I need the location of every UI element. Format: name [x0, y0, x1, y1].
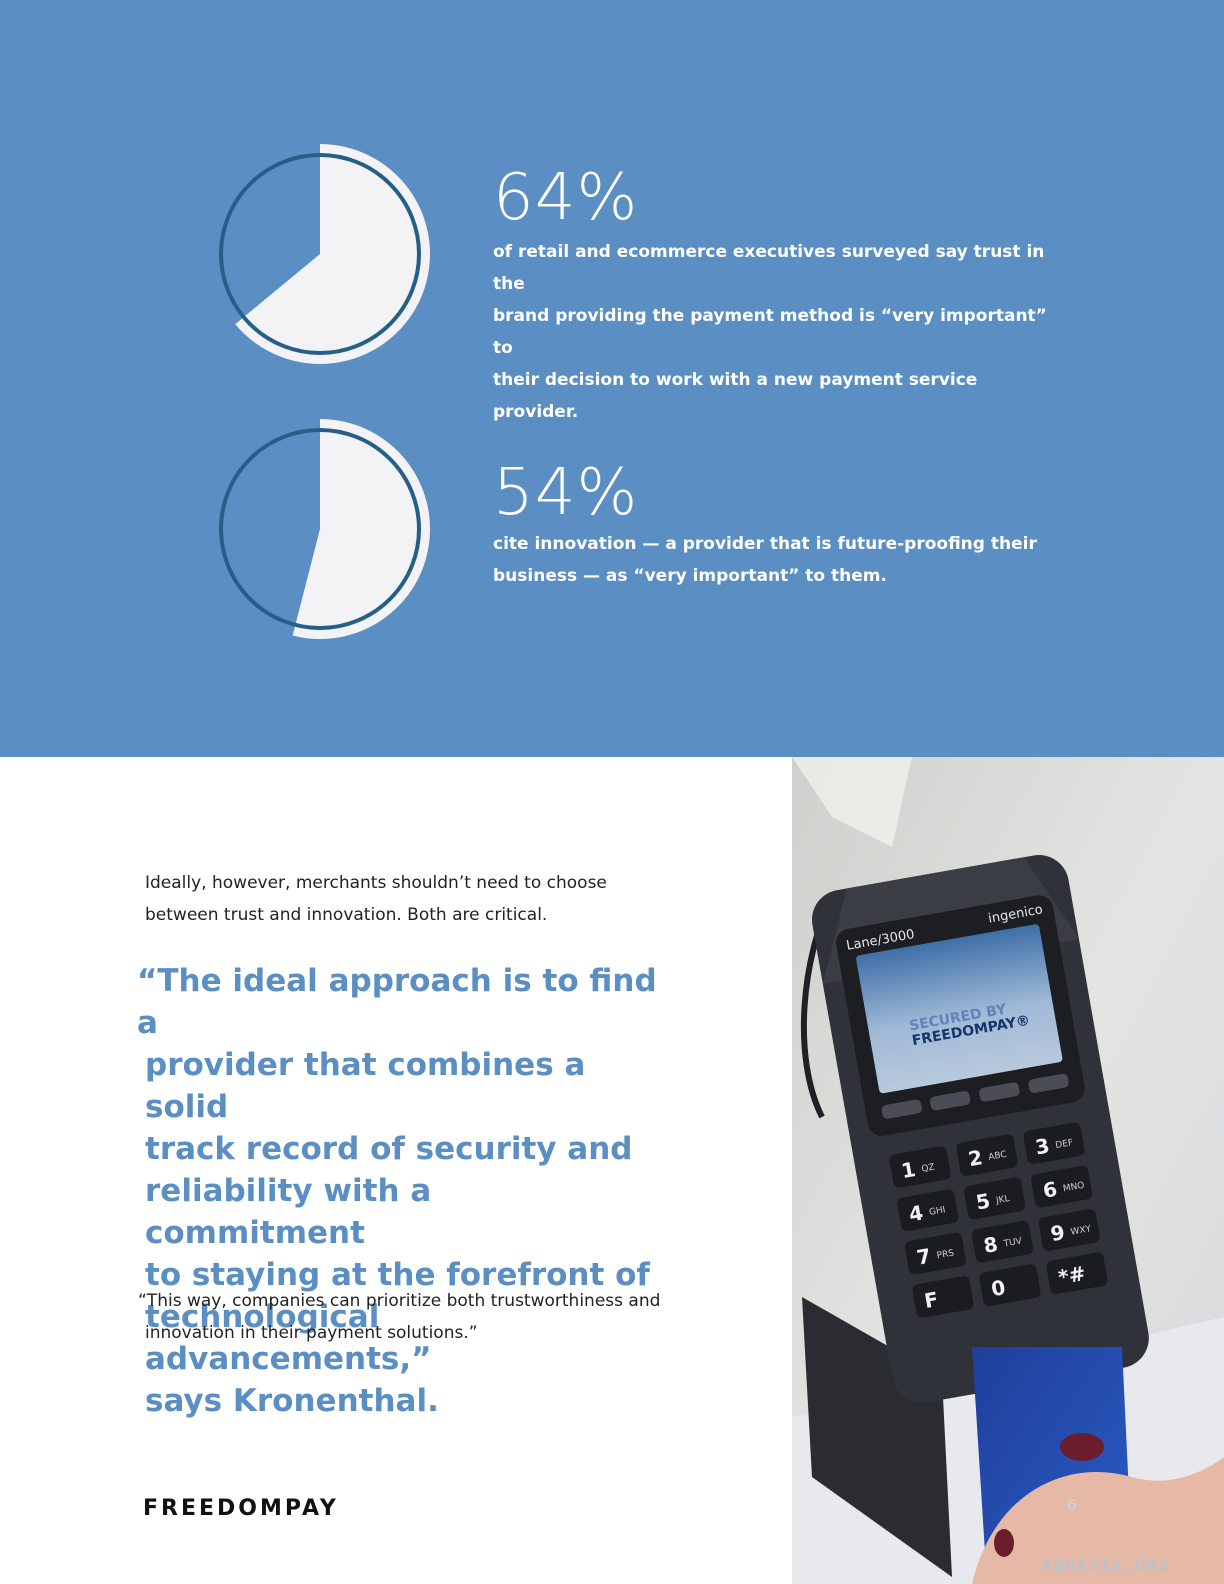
key-number: *# — [1056, 1261, 1087, 1289]
pie-chart-trust — [219, 144, 430, 364]
quote-line: says Kronenthal. — [145, 1383, 439, 1419]
stat-line: business — as “very important” to them. — [493, 566, 887, 586]
pie-slice-innovation — [292, 419, 431, 639]
freedompay-logo: FREEDOMPAY — [143, 1496, 339, 1521]
page-number: 6 — [1067, 1496, 1077, 1514]
payment-terminal-photo: 1 QZ 2 ABC 3 DEF 4 GHI 5 JKL 6 MNO 7 PRS 8 TUV 9 WXY F 0 *# … — [792, 757, 1224, 1584]
pull-quote: “The ideal approach is to find a provide… — [137, 960, 657, 1422]
stat-line: their decision to work with a new paymen… — [493, 370, 978, 422]
quote-line: provider that combines a solid — [145, 1047, 586, 1125]
quote-line: reliability with a commitment — [145, 1173, 432, 1251]
intro-paragraph: Ideally, however, merchants shouldn’t ne… — [145, 867, 705, 931]
stat-description-innovation: cite innovation — a provider that is fut… — [493, 528, 1053, 592]
watermark-text: ABNASIA.ORG — [1042, 1556, 1170, 1575]
stat-value-innovation: 54% — [493, 456, 639, 530]
stat-line: brand providing the payment method is “v… — [493, 306, 1047, 358]
intro-line: between trust and innovation. Both are c… — [145, 905, 548, 925]
closing-line: “This way, companies can prioritize both… — [138, 1291, 661, 1311]
stat-line: of retail and ecommerce executives surve… — [493, 242, 1045, 294]
stat-description-trust: of retail and ecommerce executives surve… — [493, 236, 1053, 428]
pie-slice-trust — [235, 144, 430, 364]
closing-line: innovation in their payment solutions.” — [145, 1323, 478, 1343]
stat-line: cite innovation — a provider that is fut… — [493, 534, 1037, 554]
quote-line: “The ideal approach is to find a — [137, 963, 657, 1041]
stat-value-trust: 64% — [493, 161, 639, 235]
closing-paragraph: “This way, companies can prioritize both… — [138, 1285, 738, 1349]
terminal-illustration: 1 QZ 2 ABC 3 DEF4 GHI 5 JKL 6 MNO7 PRS 8 TUV 9 WXYF 0 *# — [792, 757, 1224, 1584]
pie-chart-innovation — [219, 419, 431, 639]
intro-line: Ideally, however, merchants shouldn’t ne… — [145, 873, 607, 893]
quote-line: track record of security and — [145, 1131, 633, 1167]
